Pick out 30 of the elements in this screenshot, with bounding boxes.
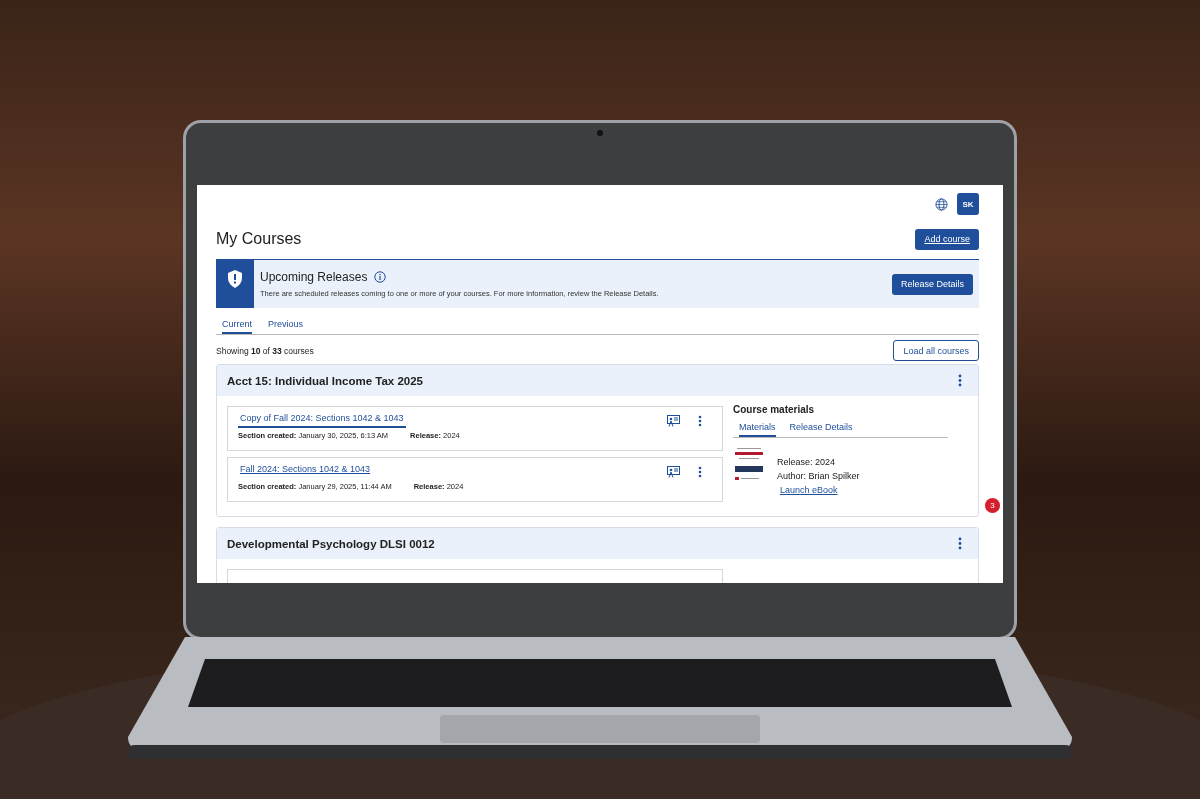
- section-link[interactable]: Copy of Fall 2024: Sections 1042 & 1043: [238, 413, 406, 428]
- camera-icon: [597, 130, 603, 136]
- release-details-button[interactable]: Release Details: [891, 273, 973, 295]
- user-avatar[interactable]: SK: [957, 193, 979, 215]
- materials-heading: Course materials: [733, 404, 816, 415]
- book-release: Release: 2024: [777, 457, 837, 467]
- notification-badge[interactable]: 3: [985, 498, 1000, 513]
- more-options-icon[interactable]: [958, 374, 962, 387]
- more-options-icon[interactable]: [958, 537, 962, 550]
- info-icon[interactable]: [374, 271, 387, 283]
- shield-alert-icon: [226, 269, 244, 289]
- materials-tab[interactable]: Materials: [739, 420, 776, 437]
- section-link[interactable]: Fall 2024: Sections 1042 & 1043: [238, 464, 373, 479]
- book-author: Author: Brian Spilker: [777, 471, 860, 481]
- add-course-button[interactable]: Add course: [915, 228, 979, 250]
- materials-tab[interactable]: Release Details: [789, 420, 853, 437]
- presentation-icon[interactable]: [667, 465, 680, 478]
- course-tab[interactable]: Current: [222, 317, 252, 334]
- banner-title: Upcoming Releases: [260, 270, 368, 284]
- presentation-icon[interactable]: [667, 414, 680, 427]
- load-all-courses-button[interactable]: Load all courses: [893, 340, 979, 361]
- course-title: Acct 15: Individual Income Tax 2025: [227, 374, 423, 387]
- more-options-icon[interactable]: [698, 465, 702, 478]
- page-title: My Courses: [216, 230, 302, 248]
- course-tab[interactable]: Previous: [268, 317, 304, 334]
- launch-ebook-link[interactable]: Launch eBook: [780, 485, 860, 495]
- more-options-icon[interactable]: [698, 414, 702, 427]
- course-count: Showing 10 of 33 courses: [216, 345, 314, 356]
- course-title: Developmental Psychology DLSI 0012: [227, 537, 435, 550]
- globe-icon[interactable]: [935, 197, 948, 211]
